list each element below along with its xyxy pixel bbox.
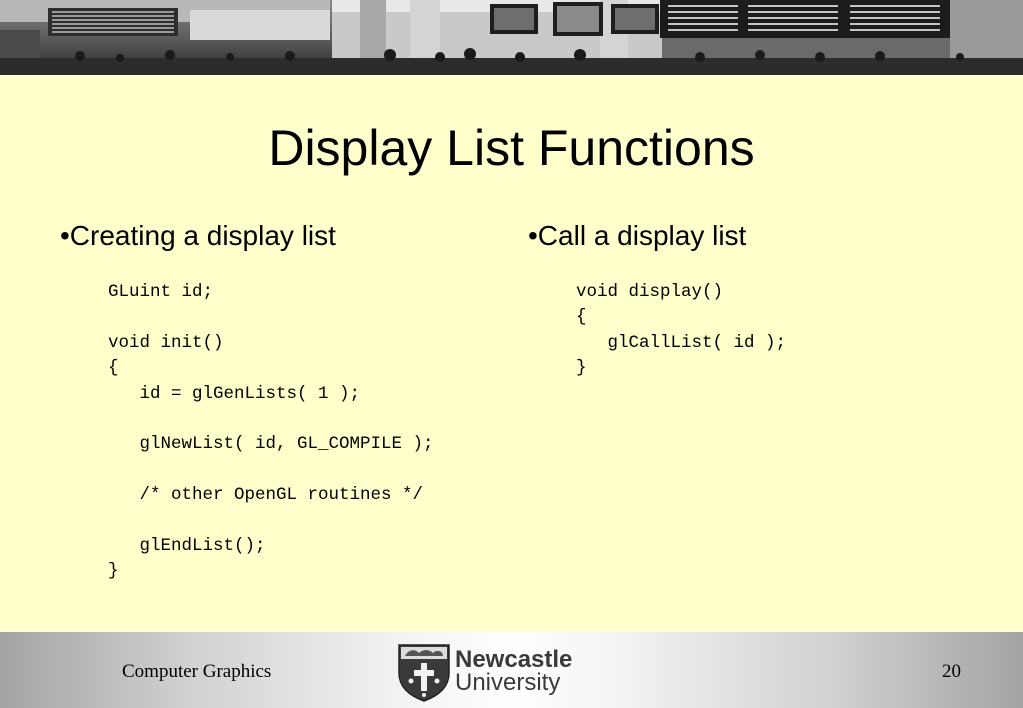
slide-title: Display List Functions: [268, 120, 755, 176]
page-number: 20: [942, 661, 961, 682]
logo-text-university: University: [455, 669, 560, 696]
slide-body: Display List Functions •Creating a displ…: [0, 75, 1023, 632]
header-banner-photo: [0, 0, 1023, 75]
right-bullet: •Call a display list: [528, 220, 747, 251]
right-column: •Call a display list void display() { gl…: [528, 220, 786, 382]
airport-terminal-photo-icon: [0, 0, 1023, 75]
right-code-block: void display() { glCallList( id ); }: [576, 282, 787, 379]
university-logo: Newcastle University: [397, 643, 587, 703]
university-crest-icon: Newcastle University: [398, 644, 572, 702]
left-bullet: •Creating a display list: [60, 220, 336, 251]
left-column: •Creating a display list GLuint id; void…: [60, 220, 434, 585]
left-code-block: GLuint id; void init() { id = glGenLists…: [108, 282, 434, 582]
course-name: Computer Graphics: [122, 661, 272, 682]
slide-footer: Computer Graphics Newcastle University 2…: [0, 632, 1023, 708]
